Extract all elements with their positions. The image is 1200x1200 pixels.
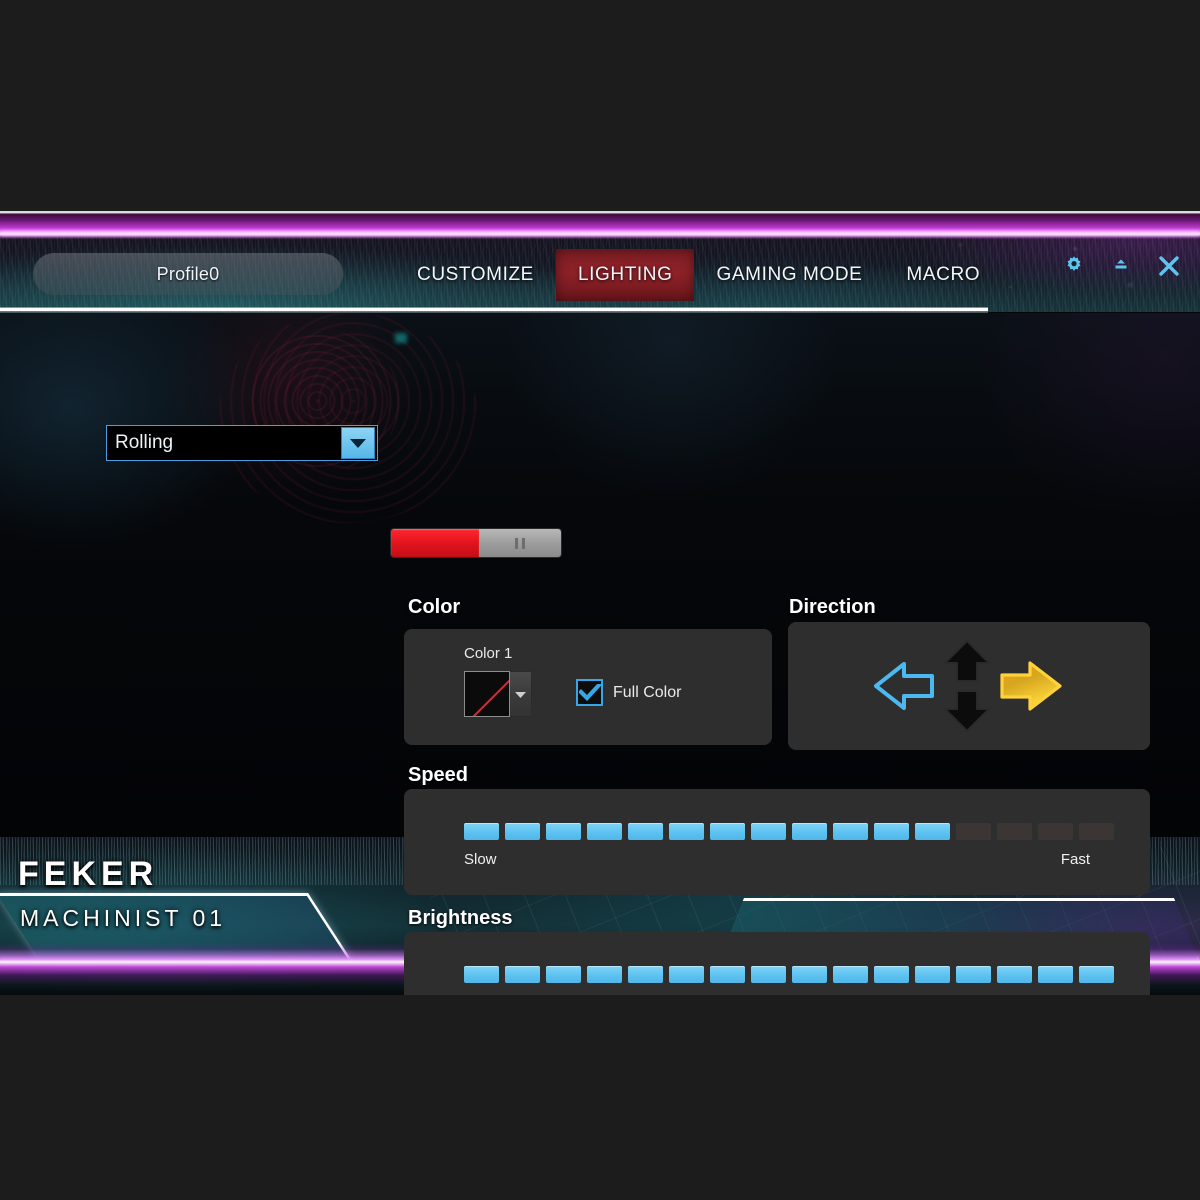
brightness-segment[interactable] [505,966,540,983]
profile-tab[interactable]: Profile0 [33,253,343,295]
brightness-label-normal: Normal [842,994,890,995]
brightness-label-bright: Bright [1051,994,1090,995]
application-window: Profile0 CUSTOMIZE LIGHTING GAMING MODE … [0,211,1200,995]
tab-customize[interactable]: CUSTOMIZE [395,249,556,301]
speed-segment[interactable] [792,823,827,840]
device-model-name: MACHINIST 01 [20,905,227,931]
background-teal-accent [395,333,407,343]
brand-name: FEKER [18,855,159,893]
main-navigation: CUSTOMIZE LIGHTING GAMING MODE MACRO [395,249,1002,301]
header-bar: Profile0 CUSTOMIZE LIGHTING GAMING MODE … [0,227,1200,312]
speed-panel: Slow Fast [404,789,1150,895]
minimize-icon[interactable] [1110,255,1132,277]
full-color-checkbox[interactable] [576,679,603,706]
tab-customize-label: CUSTOMIZE [417,264,534,285]
color1-swatch[interactable] [464,671,510,717]
brightness-segment[interactable] [546,966,581,983]
tab-lighting[interactable]: LIGHTING [555,249,695,301]
brightness-segment[interactable] [1038,966,1073,983]
direction-arrow-right[interactable] [996,655,1066,717]
color1-label: Color 1 [464,645,513,662]
brightness-label-dim: Dim [657,994,684,995]
brightness-segment[interactable] [997,966,1032,983]
brightness-slider-labels: Off Dim Normal Bright [464,994,1090,995]
brightness-segment[interactable] [792,966,827,983]
speed-label-max: Fast [1060,851,1090,868]
speed-slider[interactable] [464,823,1114,840]
brightness-segment[interactable] [1079,966,1114,983]
speed-slider-labels: Slow Fast [464,851,1090,873]
direction-arrow-down[interactable] [942,689,992,733]
color-section-title: Color [408,596,461,618]
effect-mode-value: Rolling [115,432,174,453]
pause-icon[interactable] [479,529,561,557]
tab-lighting-label: LIGHTING [577,264,673,285]
header-divider [0,307,988,313]
speed-segment[interactable] [751,823,786,840]
tab-macro-label: MACRO [906,264,981,285]
close-icon[interactable] [1156,253,1182,279]
brightness-label-off: Off [464,994,484,995]
full-color-option[interactable]: Full Color [576,679,681,706]
pause-bar-right [522,537,525,549]
window-controls [1062,253,1182,279]
brightness-segment[interactable] [710,966,745,983]
effect-mode-dropdown[interactable]: Rolling [106,425,378,461]
speed-segment[interactable] [833,823,868,840]
full-color-label: Full Color [613,683,682,701]
tab-macro[interactable]: MACRO [884,249,1002,301]
brightness-segment[interactable] [464,966,499,983]
brightness-segment[interactable] [587,966,622,983]
speed-label-min: Slow [464,851,497,868]
direction-arrow-left[interactable] [872,656,938,716]
brightness-segment[interactable] [669,966,704,983]
color1-picker[interactable] [464,671,532,717]
brightness-panel: Off Dim Normal Bright [404,932,1150,995]
direction-section-title: Direction [789,596,876,618]
brightness-slider[interactable] [464,966,1114,983]
brightness-segment[interactable] [874,966,909,983]
effect-play-toggle[interactable] [390,528,562,558]
speed-segment[interactable] [546,823,581,840]
speed-segment[interactable] [1038,823,1073,840]
effect-toggle-active-half[interactable] [391,529,479,557]
color1-dropdown-arrow-icon[interactable] [510,671,532,717]
speed-segment[interactable] [464,823,499,840]
speed-segment[interactable] [628,823,663,840]
direction-panel [788,622,1150,750]
speed-segment[interactable] [874,823,909,840]
speed-segment[interactable] [669,823,704,840]
brightness-segment[interactable] [751,966,786,983]
tab-gaming-mode-label: GAMING MODE [716,264,863,285]
brightness-segment[interactable] [915,966,950,983]
brightness-segment[interactable] [833,966,868,983]
color-panel: Color 1 Full Color [404,629,772,745]
speed-segment[interactable] [505,823,540,840]
speed-segment[interactable] [956,823,991,840]
brightness-segment[interactable] [628,966,663,983]
content-area [0,313,1200,837]
chevron-down-icon[interactable] [341,427,375,459]
speed-segment[interactable] [997,823,1032,840]
speed-segment[interactable] [587,823,622,840]
direction-arrow-up[interactable] [942,639,992,683]
speed-segment[interactable] [710,823,745,840]
speed-segment[interactable] [1079,823,1114,840]
brightness-segment[interactable] [956,966,991,983]
settings-gear-icon[interactable] [1062,254,1086,278]
tab-gaming-mode[interactable]: GAMING MODE [694,249,884,301]
profile-tab-label: Profile0 [156,263,220,284]
speed-section-title: Speed [408,764,469,786]
pause-bar-left [515,537,518,549]
speed-segment[interactable] [915,823,950,840]
brightness-section-title: Brightness [408,907,513,929]
background-swirl-decoration [218,313,478,523]
